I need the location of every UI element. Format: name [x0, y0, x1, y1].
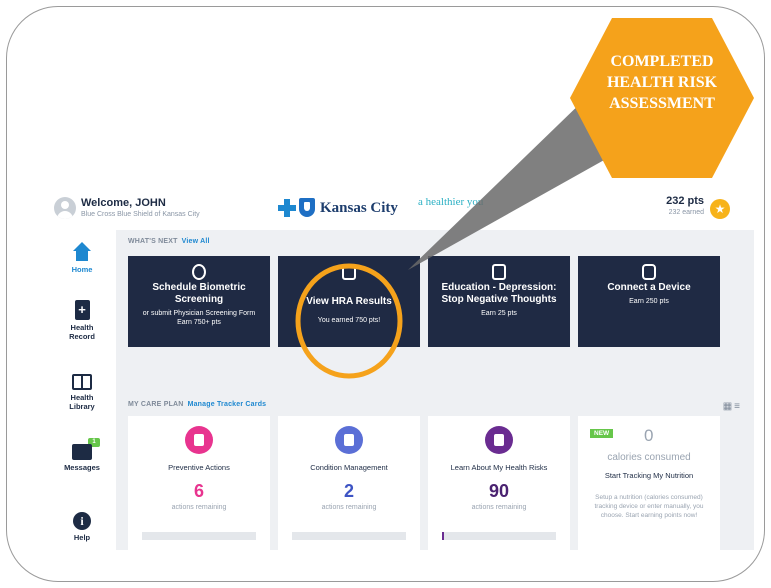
view-toggle[interactable]: ▦≡ — [723, 401, 742, 412]
care-card-count: 6 — [193, 481, 204, 501]
care-card-condition[interactable]: Condition Management 2 actions remaining — [278, 416, 420, 550]
progress-bar — [292, 532, 406, 540]
top-bar: Welcome, JOHN Blue Cross Blue Shield of … — [48, 188, 754, 230]
list-view-icon[interactable]: ≡ — [734, 401, 742, 412]
nutrition-description: Setup a nutrition (calories consumed) tr… — [594, 494, 704, 519]
nutrition-title: Start Tracking My Nutrition — [604, 471, 694, 480]
card-subtitle: You earned 750 pts! — [317, 317, 381, 324]
care-card-title: Learn About My Health Risks — [450, 463, 548, 472]
care-card-count: 2 — [343, 481, 354, 501]
plan-subtitle: Blue Cross Blue Shield of Kansas City — [81, 211, 200, 218]
info-icon: i — [73, 512, 91, 530]
view-all-link[interactable]: View All — [182, 238, 210, 245]
card-points: Earn 25 pts — [481, 310, 517, 317]
care-card-remaining: actions remaining — [171, 504, 227, 511]
star-icon[interactable]: ★ — [710, 199, 730, 219]
sidebar-item-label: Health Library — [69, 393, 95, 411]
blue-shield-icon — [299, 198, 315, 217]
callout-line: ASSESSMENT — [609, 95, 715, 112]
main-content: Home Health Record Health Library 1 Mess… — [48, 230, 754, 550]
task-card-education[interactable]: Education - Depression: Stop Negative Th… — [428, 256, 570, 347]
calories-value: 0 — [644, 426, 654, 445]
card-title: Schedule Biometric Screening — [152, 282, 246, 305]
card-title: Connect a Device — [607, 282, 691, 293]
watch-icon — [642, 264, 656, 280]
task-card-hra-results[interactable]: View HRA Results You earned 750 pts! — [278, 256, 420, 347]
progress-bar — [442, 532, 556, 540]
callout-line: HEALTH RISK — [606, 74, 718, 91]
book-icon — [492, 264, 506, 280]
sidebar-item-help[interactable]: i Help — [48, 512, 116, 542]
sidebar-item-label: Home — [71, 265, 93, 274]
sidebar-item-health-record[interactable]: Health Record — [48, 300, 116, 341]
sidebar: Home Health Record Health Library 1 Mess… — [48, 230, 116, 550]
sidebar-item-messages[interactable]: 1 Messages — [48, 438, 116, 472]
health-record-icon — [74, 300, 90, 320]
task-card-biometric[interactable]: Schedule Biometric Screening or submit P… — [128, 256, 270, 347]
heart-icon — [335, 426, 363, 454]
care-card-title: Preventive Actions — [168, 463, 230, 472]
sidebar-item-health-library[interactable]: Health Library — [48, 374, 116, 411]
progress-bar — [142, 532, 256, 540]
avatar[interactable] — [54, 197, 76, 219]
welcome-text: Welcome, JOHN — [81, 197, 166, 209]
care-plan-heading: MY CARE PLAN Manage Tracker Cards — [128, 401, 266, 408]
section-title: MY CARE PLAN — [128, 401, 184, 408]
manage-tracker-cards-link[interactable]: Manage Tracker Cards — [188, 401, 267, 408]
care-card-count: 90 — [488, 481, 510, 501]
new-badge: NEW — [590, 429, 614, 438]
callout-text: COMPLETED HEALTH RISK ASSESSMENT — [577, 51, 747, 114]
book-icon — [72, 374, 92, 390]
points-total: 232 pts — [666, 195, 704, 207]
care-card-health-risks[interactable]: Learn About My Health Risks 90 actions r… — [428, 416, 570, 550]
care-card-remaining: actions remaining — [471, 504, 527, 511]
clipboard-icon — [185, 426, 213, 454]
card-points: Earn 750+ pts — [177, 319, 221, 326]
card-points: Earn 250 pts — [629, 298, 669, 305]
sidebar-item-label: Messages — [64, 463, 100, 472]
card-title: View HRA Results — [306, 296, 392, 307]
fingerprint-icon — [192, 264, 206, 280]
card-subtitle: or submit Physician Screening Form — [142, 310, 256, 317]
brand-name: Kansas City — [320, 200, 398, 216]
sidebar-item-label: Help — [73, 533, 91, 542]
care-card-remaining: actions remaining — [321, 504, 377, 511]
app-window: Welcome, JOHN Blue Cross Blue Shield of … — [48, 188, 754, 550]
grid-view-icon[interactable]: ▦ — [723, 401, 734, 412]
clipboard-icon — [342, 264, 356, 280]
messages-icon — [72, 444, 92, 460]
whats-next-heading: WHAT'S NEXT View All — [128, 238, 210, 245]
points-earned: 232 earned — [668, 209, 704, 216]
task-card-connect-device[interactable]: Connect a Device Earn 250 pts — [578, 256, 720, 347]
sidebar-item-home[interactable]: Home — [48, 242, 116, 274]
card-title: Education - Depression: Stop Negative Th… — [441, 282, 557, 305]
calories-label: calories consumed — [607, 452, 691, 463]
section-title: WHAT'S NEXT — [128, 238, 178, 245]
care-card-nutrition[interactable]: NEW 0 calories consumed Start Tracking M… — [578, 416, 720, 550]
home-icon — [73, 242, 91, 262]
brand-tagline: a healthier you — [418, 196, 484, 208]
sidebar-item-label: Health Record — [69, 323, 95, 341]
care-card-preventive[interactable]: Preventive Actions 6 actions remaining — [128, 416, 270, 550]
blue-cross-icon — [278, 199, 296, 217]
book-icon — [485, 426, 513, 454]
care-card-title: Condition Management — [310, 463, 388, 472]
callout-line: COMPLETED — [610, 53, 714, 70]
